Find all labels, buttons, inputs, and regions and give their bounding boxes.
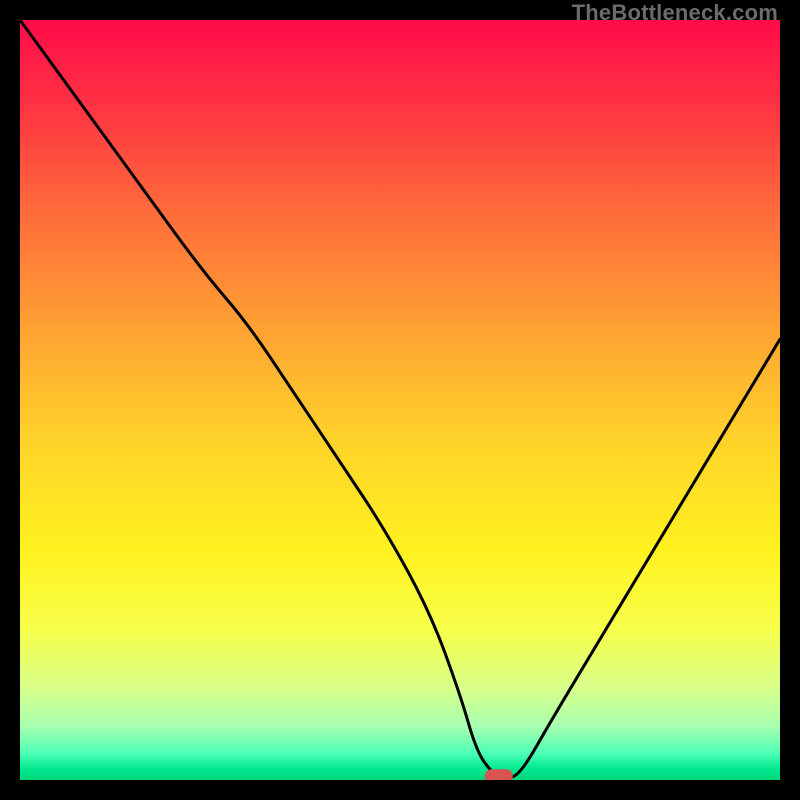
gradient-background	[20, 20, 780, 780]
plot-area	[20, 20, 780, 780]
optimal-marker	[485, 769, 513, 780]
chart-container: TheBottleneck.com	[0, 0, 800, 800]
chart-svg	[20, 20, 780, 780]
